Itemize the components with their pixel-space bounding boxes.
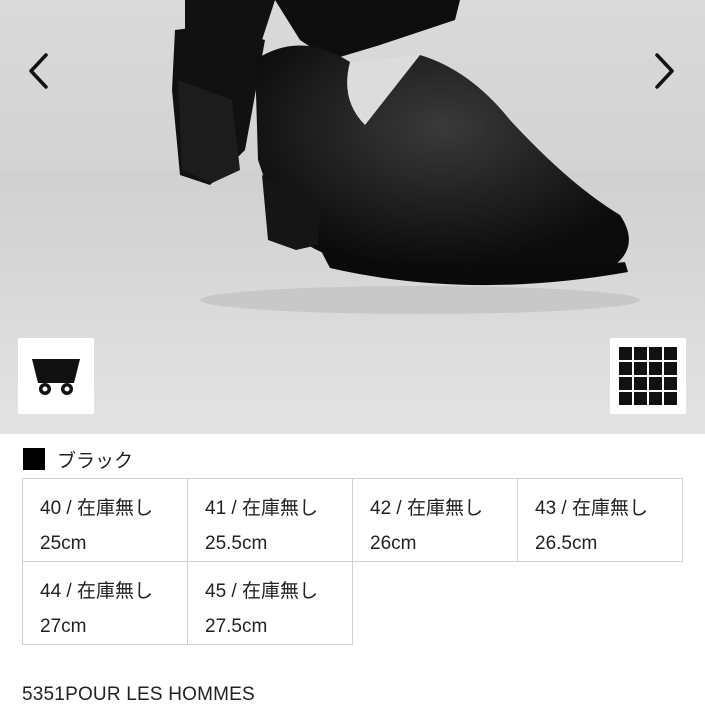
size-option[interactable]: 44 / 在庫無し 27cm (23, 562, 188, 645)
size-cm: 27.5cm (205, 616, 268, 637)
size-option[interactable]: 45 / 在庫無し 27.5cm (188, 562, 353, 645)
color-swatch[interactable] (23, 448, 45, 470)
grid-view-button[interactable] (610, 338, 686, 414)
grid-icon (619, 347, 677, 405)
size-option[interactable]: 43 / 在庫無し 26.5cm (518, 479, 683, 562)
cart-icon (32, 359, 80, 395)
size-cm: 27cm (40, 616, 87, 637)
size-cm: 26cm (370, 533, 417, 554)
size-label: 43 / 在庫無し (535, 498, 648, 519)
product-photo (0, 0, 705, 434)
color-selector[interactable]: ブラック (23, 447, 134, 472)
brand-name[interactable]: 5351POUR LES HOMMES (22, 684, 255, 706)
next-image-button[interactable] (645, 45, 685, 97)
size-label: 42 / 在庫無し (370, 498, 483, 519)
size-cm: 25.5cm (205, 533, 268, 554)
size-label: 41 / 在庫無し (205, 498, 318, 519)
previous-image-button[interactable] (18, 45, 58, 97)
size-option[interactable]: 41 / 在庫無し 25.5cm (188, 479, 353, 562)
chevron-right-icon (655, 53, 674, 89)
size-label: 44 / 在庫無し (40, 581, 153, 602)
chevron-left-icon (29, 53, 48, 89)
size-option[interactable]: 40 / 在庫無し 25cm (23, 479, 188, 562)
size-label: 40 / 在庫無し (40, 498, 153, 519)
cart-button[interactable] (18, 338, 94, 414)
size-cm: 26.5cm (535, 533, 598, 554)
color-label: ブラック (57, 450, 134, 472)
product-image-gallery[interactable] (0, 0, 705, 434)
size-cm: 25cm (40, 533, 87, 554)
size-grid: 40 / 在庫無し 25cm 41 / 在庫無し 25.5cm 42 / 在庫無… (22, 478, 683, 645)
size-option[interactable]: 42 / 在庫無し 26cm (353, 479, 518, 562)
size-label: 45 / 在庫無し (205, 581, 318, 602)
